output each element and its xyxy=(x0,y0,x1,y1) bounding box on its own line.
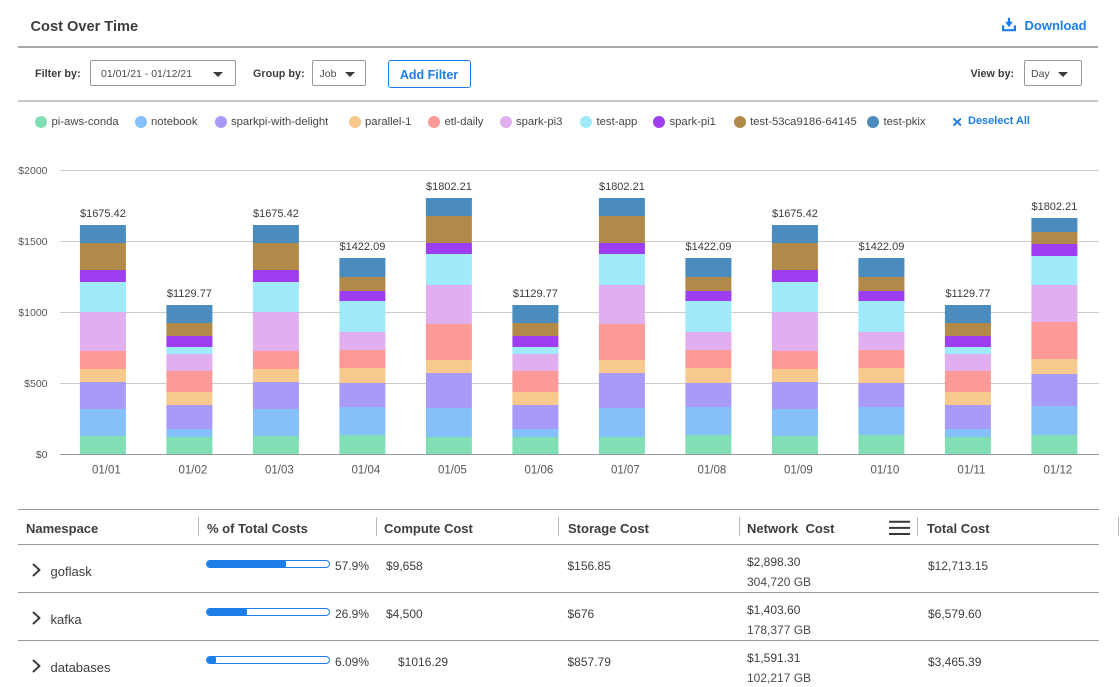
svg-text:01/11: 01/11 xyxy=(957,465,985,477)
svg-text:01/12: 01/12 xyxy=(1044,465,1073,477)
svg-text:01/06: 01/06 xyxy=(525,465,554,477)
svg-text:$2000: $2000 xyxy=(18,165,47,177)
svg-text:01/05: 01/05 xyxy=(438,465,467,477)
svg-text:$1675.42: $1675.42 xyxy=(772,208,818,220)
svg-text:$1422.09: $1422.09 xyxy=(858,241,904,253)
svg-text:$1129.77: $1129.77 xyxy=(167,288,212,300)
svg-text:$1422.09: $1422.09 xyxy=(685,241,731,253)
svg-text:01/01: 01/01 xyxy=(92,465,121,477)
svg-text:$1802.21: $1802.21 xyxy=(599,181,645,193)
svg-text:01/09: 01/09 xyxy=(784,465,813,477)
svg-text:01/03: 01/03 xyxy=(265,465,294,477)
svg-text:$1675.42: $1675.42 xyxy=(80,208,126,220)
svg-text:$1802.21: $1802.21 xyxy=(426,181,472,193)
svg-text:01/10: 01/10 xyxy=(871,465,900,477)
svg-text:01/04: 01/04 xyxy=(352,465,381,477)
svg-text:$1500: $1500 xyxy=(18,236,47,248)
svg-text:$1675.42: $1675.42 xyxy=(253,208,299,220)
svg-text:01/02: 01/02 xyxy=(179,465,208,477)
svg-text:$0: $0 xyxy=(36,449,48,461)
svg-text:$1000: $1000 xyxy=(18,307,47,319)
svg-text:$1129.77: $1129.77 xyxy=(513,288,558,300)
svg-text:$1422.09: $1422.09 xyxy=(339,241,385,253)
svg-text:$500: $500 xyxy=(24,378,48,390)
svg-text:01/08: 01/08 xyxy=(698,465,727,477)
svg-text:01/07: 01/07 xyxy=(611,465,640,477)
svg-text:$1129.77: $1129.77 xyxy=(945,288,990,300)
svg-text:$1802.21: $1802.21 xyxy=(1031,201,1077,213)
